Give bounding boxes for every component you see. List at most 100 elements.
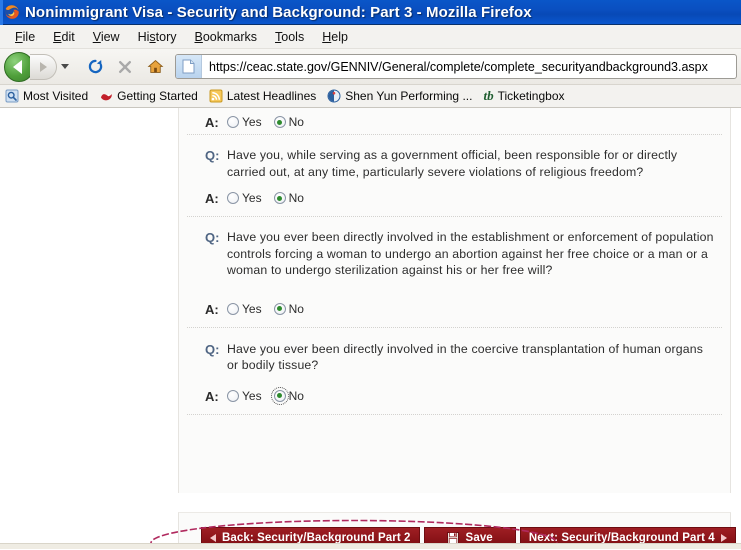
bookmark-label: Latest Headlines — [226, 89, 317, 103]
answer-radio-group: Yes No — [227, 190, 316, 205]
radio-button-no[interactable] — [270, 386, 289, 405]
menu-help[interactable]: Help — [313, 28, 357, 46]
bookmark-getting-started[interactable]: Getting Started — [99, 89, 198, 103]
triangle-right-icon — [720, 533, 727, 542]
radio-label-no: No — [288, 115, 304, 129]
url-bar[interactable]: https://ceac.state.gov/GENNIV/General/co… — [175, 54, 737, 79]
answer-row: A: Yes No — [195, 378, 714, 414]
answer-row: A: Yes No — [195, 108, 714, 134]
titlebar-accent — [0, 0, 3, 25]
bookmark-latest-headlines[interactable]: Latest Headlines — [209, 89, 316, 103]
answer-row: A: Yes No — [195, 184, 714, 216]
save-button-label: Save — [465, 531, 493, 544]
browser-bottom-strip — [0, 543, 741, 549]
forward-arrow-icon[interactable] — [30, 53, 57, 80]
bookmarks-toolbar: Most Visited Getting Started Latest Head… — [0, 85, 741, 108]
bookmark-label: Ticketingbox — [497, 89, 565, 103]
page-favicon-icon — [176, 55, 202, 78]
next-button-label: Next: Security/Background Part 4 — [528, 531, 715, 544]
radio-button-yes[interactable] — [227, 302, 239, 315]
answer-radio-group: Yes No — [227, 386, 316, 405]
menu-edit[interactable]: Edit — [44, 28, 84, 46]
bookmark-label: Shen Yun Performing ... — [345, 89, 473, 103]
radio-button-yes[interactable] — [227, 192, 239, 204]
answer-label: A: — [205, 191, 219, 206]
menu-view[interactable]: View — [84, 28, 129, 46]
window-titlebar: Nonimmigrant Visa - Security and Backgro… — [0, 0, 741, 25]
bookmark-most-visited[interactable]: Most Visited — [5, 89, 88, 103]
radio-no-2[interactable]: No — [273, 301, 304, 316]
url-text: https://ceac.state.gov/GENNIV/General/co… — [209, 59, 708, 74]
back-button-label: Back: Security/Background Part 2 — [222, 531, 411, 544]
radio-button-no[interactable] — [273, 192, 286, 204]
radio-label-yes: Yes — [242, 191, 262, 205]
stop-x-icon[interactable] — [111, 53, 139, 81]
qa-block-religious-freedom: Q: Have you, while serving as a governme… — [179, 135, 730, 216]
radio-button-no[interactable] — [273, 116, 286, 128]
separator — [187, 413, 722, 415]
bookmark-ticketingbox[interactable]: tb Ticketingbox — [483, 88, 564, 104]
question-text: Have you ever been directly involved in … — [227, 341, 704, 373]
menu-tools[interactable]: Tools — [266, 28, 313, 46]
radio-no-0[interactable]: No — [273, 115, 304, 129]
radio-label-yes: Yes — [242, 388, 262, 403]
radio-button-yes[interactable] — [227, 116, 239, 128]
triangle-left-icon — [210, 533, 216, 542]
radio-label-no: No — [288, 388, 304, 403]
answer-label: A: — [205, 388, 219, 404]
radio-label-yes: Yes — [242, 115, 262, 129]
page-viewport: A: Yes No Q: Have you, while serving as … — [0, 108, 741, 549]
qa-block-coercive-transplantation: Q: Have you ever been directly involved … — [179, 328, 730, 414]
bookmark-shen-yun[interactable]: Shen Yun Performing ... — [327, 89, 472, 103]
reload-icon[interactable] — [81, 53, 109, 81]
chevron-down-icon[interactable] — [61, 64, 69, 69]
answer-row: A: Yes No — [195, 283, 714, 327]
page-right-margin — [732, 108, 741, 549]
question-label: Q: — [205, 230, 220, 245]
most-visited-icon — [5, 89, 19, 103]
radio-yes-1[interactable]: Yes — [227, 191, 262, 205]
radio-yes-2[interactable]: Yes — [227, 302, 262, 316]
bookmark-label: Getting Started — [117, 89, 198, 103]
answer-radio-group: Yes No — [227, 301, 316, 316]
radio-label-no: No — [288, 191, 304, 205]
radio-no-3[interactable]: No — [270, 386, 304, 405]
floppy-disk-save-icon — [446, 531, 459, 544]
menu-bar: File Edit View History Bookmarks Tools H… — [0, 25, 741, 49]
home-icon[interactable] — [141, 53, 169, 81]
answer-radio-group: Yes No — [227, 114, 316, 129]
firefox-browser-window: Nonimmigrant Visa - Security and Backgro… — [0, 0, 741, 550]
window-title: Nonimmigrant Visa - Security and Backgro… — [25, 3, 532, 21]
radio-button-yes[interactable] — [227, 389, 239, 402]
menu-bookmarks[interactable]: Bookmarks — [186, 28, 267, 46]
navigation-toolbar: https://ceac.state.gov/GENNIV/General/co… — [0, 49, 741, 85]
question-row: Q: Have you, while serving as a governme… — [195, 135, 714, 184]
radio-label-no: No — [288, 301, 304, 316]
menu-file[interactable]: File — [6, 28, 44, 46]
security-background-form-panel: A: Yes No Q: Have you, while serving as … — [178, 108, 731, 493]
answer-label: A: — [205, 115, 219, 130]
bookmark-label: Most Visited — [23, 89, 89, 103]
shen-yun-icon — [327, 89, 341, 103]
radio-yes-0[interactable]: Yes — [227, 115, 262, 129]
radio-no-1[interactable]: No — [273, 191, 304, 205]
ticketingbox-tb-icon: tb — [483, 88, 494, 103]
radio-label-yes: Yes — [242, 301, 262, 316]
back-forward-group — [4, 51, 76, 82]
question-label: Q: — [205, 341, 220, 357]
radio-yes-3[interactable]: Yes — [227, 389, 262, 403]
menu-history[interactable]: History — [129, 28, 186, 46]
question-row: Q: Have you ever been directly involved … — [195, 328, 714, 378]
page-left-margin — [0, 108, 178, 549]
radio-button-no[interactable] — [273, 302, 286, 315]
qa-block-partial: A: Yes No — [179, 108, 730, 134]
answer-label: A: — [205, 301, 219, 317]
question-label: Q: — [205, 148, 220, 163]
qa-block-population-controls: Q: Have you ever been directly involved … — [179, 217, 730, 327]
question-text: Have you ever been directly involved in … — [227, 230, 714, 277]
firefox-getting-started-icon — [99, 89, 113, 103]
question-text: Have you, while serving as a government … — [227, 148, 678, 179]
rss-feed-icon — [209, 89, 223, 103]
question-row: Q: Have you ever been directly involved … — [195, 217, 714, 283]
firefox-icon — [4, 4, 20, 20]
